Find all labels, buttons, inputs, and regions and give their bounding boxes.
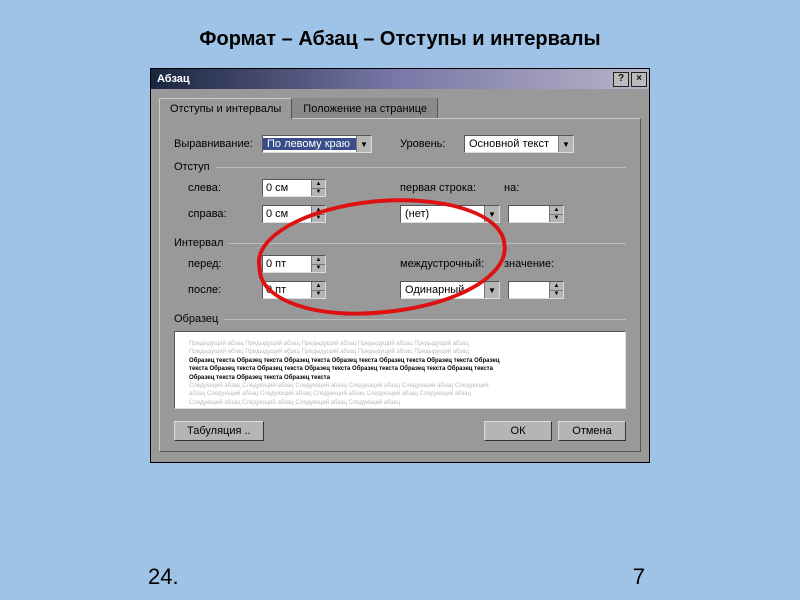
- spin-up-icon[interactable]: ▲: [549, 282, 563, 290]
- tab-strip: Отступы и интервалы Положение на страниц…: [159, 97, 641, 118]
- indent-left-spinner[interactable]: 0 см ▲▼: [262, 179, 326, 197]
- by-label: на:: [504, 182, 544, 194]
- chevron-down-icon[interactable]: ▼: [558, 136, 573, 152]
- line-spacing-value: Одинарный: [401, 284, 484, 296]
- indent-left-value: 0 см: [263, 182, 311, 194]
- level-combo[interactable]: Основной текст ▼: [464, 135, 574, 153]
- indentation-header: Отступ: [174, 161, 626, 173]
- indent-left-label: слева:: [174, 182, 258, 194]
- tab-indents[interactable]: Отступы и интервалы: [159, 98, 292, 119]
- chevron-down-icon[interactable]: ▼: [484, 282, 499, 298]
- by-spinner[interactable]: ▲▼: [508, 205, 564, 223]
- slide-title: Формат – Абзац – Отступы и интервалы: [0, 0, 800, 65]
- level-label: Уровень:: [400, 138, 460, 150]
- firstline-value: (нет): [401, 208, 484, 220]
- alignment-value: По левому краю: [263, 138, 356, 150]
- dialog-body: Отступы и интервалы Положение на страниц…: [151, 89, 649, 462]
- level-value: Основной текст: [465, 138, 558, 150]
- spin-down-icon[interactable]: ▼: [311, 214, 325, 223]
- tabs-button[interactable]: Табуляция ..: [174, 421, 264, 441]
- at-label: значение:: [504, 258, 564, 270]
- chevron-down-icon[interactable]: ▼: [356, 136, 371, 152]
- firstline-combo[interactable]: (нет) ▼: [400, 205, 500, 223]
- before-spinner[interactable]: 0 пт ▲▼: [262, 255, 326, 273]
- before-label: перед:: [174, 258, 258, 270]
- spin-down-icon[interactable]: ▼: [311, 290, 325, 299]
- spacing-header: Интервал: [174, 237, 626, 249]
- tab-position[interactable]: Положение на странице: [292, 98, 438, 119]
- spin-down-icon[interactable]: ▼: [311, 264, 325, 273]
- spin-up-icon[interactable]: ▲: [311, 206, 325, 214]
- spin-up-icon[interactable]: ▲: [549, 206, 563, 214]
- spin-down-icon[interactable]: ▼: [549, 290, 563, 299]
- indent-right-label: справа:: [174, 208, 258, 220]
- spin-up-icon[interactable]: ▲: [311, 180, 325, 188]
- line-spacing-label: междустрочный:: [400, 258, 500, 270]
- close-button[interactable]: ×: [631, 72, 647, 87]
- help-button[interactable]: ?: [613, 72, 629, 87]
- spin-up-icon[interactable]: ▲: [311, 282, 325, 290]
- firstline-label: первая строка:: [400, 182, 500, 194]
- before-value: 0 пт: [263, 258, 311, 270]
- chevron-down-icon[interactable]: ▼: [484, 206, 499, 222]
- spin-down-icon[interactable]: ▼: [311, 188, 325, 197]
- spin-up-icon[interactable]: ▲: [311, 256, 325, 264]
- preview-header: Образец: [174, 313, 626, 325]
- cancel-button[interactable]: Отмена: [558, 421, 626, 441]
- titlebar[interactable]: Абзац ? ×: [151, 69, 649, 89]
- alignment-label: Выравнивание:: [174, 138, 258, 150]
- indent-right-value: 0 см: [263, 208, 311, 220]
- spin-down-icon[interactable]: ▼: [549, 214, 563, 223]
- tab-content: Выравнивание: По левому краю ▼ Уровень: …: [159, 118, 641, 452]
- after-spinner[interactable]: 0 пт ▲▼: [262, 281, 326, 299]
- ok-button[interactable]: ОК: [484, 421, 552, 441]
- paragraph-dialog: Абзац ? × Отступы и интервалы Положение …: [150, 68, 650, 463]
- slide-number: 7: [633, 564, 645, 590]
- at-spinner[interactable]: ▲▼: [508, 281, 564, 299]
- alignment-combo[interactable]: По левому краю ▼: [262, 135, 372, 153]
- after-label: после:: [174, 284, 258, 296]
- line-spacing-combo[interactable]: Одинарный ▼: [400, 281, 500, 299]
- titlebar-text: Абзац: [157, 73, 611, 85]
- after-value: 0 пт: [263, 284, 311, 296]
- preview-box: Предыдущий абзац Предыдущий абзац Предыд…: [174, 331, 626, 409]
- indent-right-spinner[interactable]: 0 см ▲▼: [262, 205, 326, 223]
- slide-footer-left: 24.: [148, 564, 179, 590]
